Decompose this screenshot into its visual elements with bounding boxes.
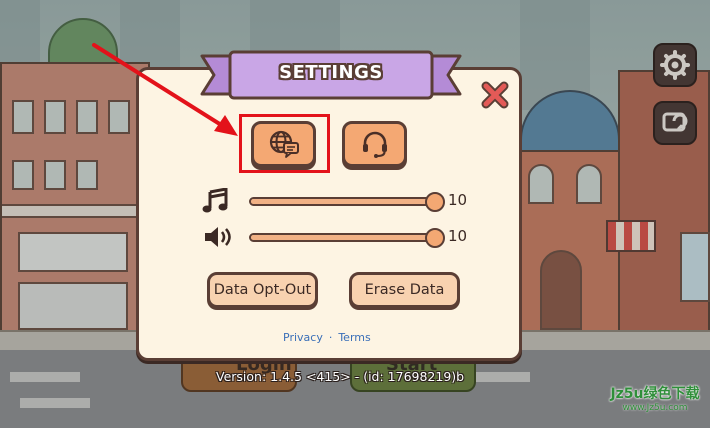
settings-title: SETTINGS [279, 62, 383, 83]
data-opt-out-button[interactable]: Data Opt-Out [207, 272, 318, 308]
privacy-link[interactable]: Privacy [283, 331, 323, 344]
annotation-highlight-box [239, 114, 330, 173]
music-volume-slider[interactable] [249, 192, 445, 212]
speaker-icon [205, 227, 231, 247]
sound-volume-knob[interactable] [425, 228, 445, 248]
link-separator: · [328, 331, 333, 344]
watermark: Jz5u绿色下载 www.Jz5u.com [604, 386, 706, 414]
sound-volume-slider[interactable] [249, 228, 445, 248]
sound-volume-row: 10 [200, 222, 480, 252]
close-x-icon [481, 81, 509, 109]
watermark-url: www.Jz5u.com [622, 403, 688, 413]
music-volume-value: 10 [448, 191, 468, 209]
close-button[interactable] [480, 80, 510, 110]
music-note-icon [202, 188, 228, 213]
watermark-title: Jz5u绿色下载 [610, 386, 700, 402]
version-text: Version: 1.4.5 <415> - (id: 17698219)b [216, 369, 465, 384]
legal-links: Privacy · Terms [283, 331, 371, 344]
music-volume-knob[interactable] [425, 192, 445, 212]
music-volume-row: 10 [200, 186, 480, 216]
erase-data-button[interactable]: Erase Data [349, 272, 460, 308]
settings-title-ribbon: SETTINGS [200, 50, 462, 104]
headset-icon [362, 131, 387, 158]
sound-volume-value: 10 [448, 227, 468, 245]
terms-link[interactable]: Terms [338, 331, 370, 344]
support-button[interactable] [342, 121, 407, 167]
